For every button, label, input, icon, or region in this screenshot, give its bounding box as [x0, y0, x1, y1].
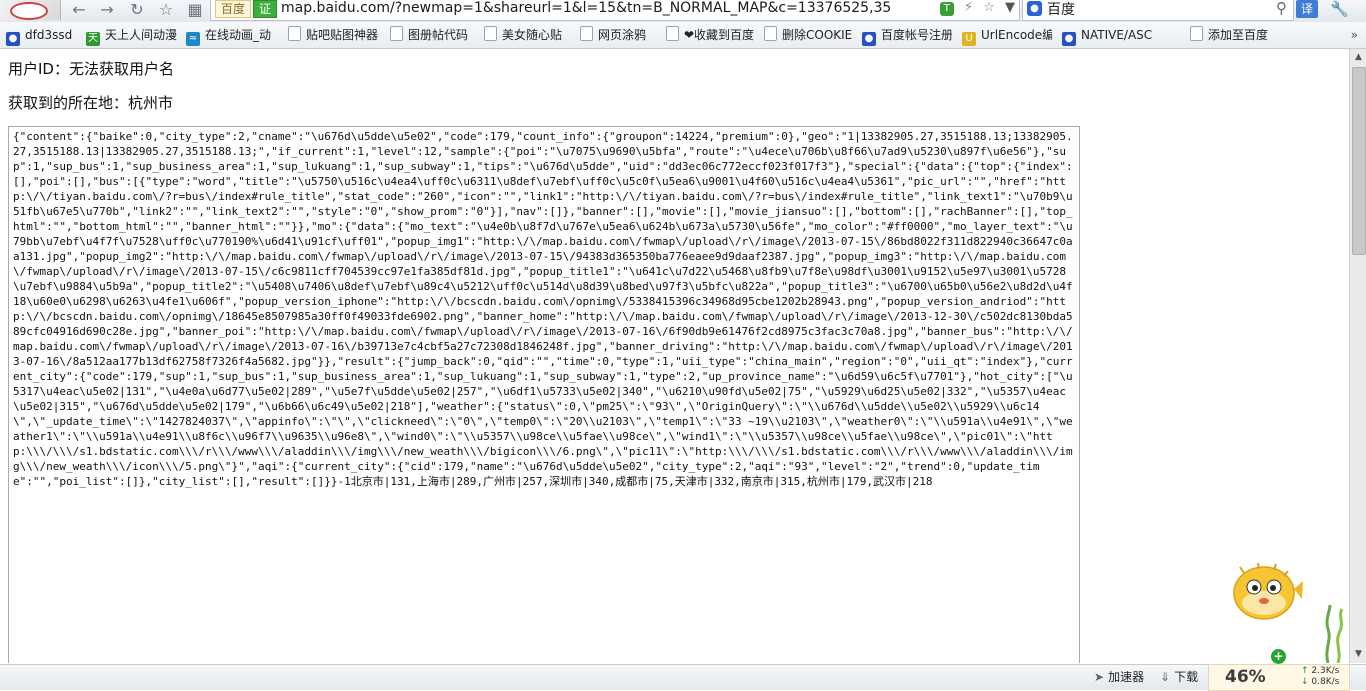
bookmark-item[interactable]: ● dfd3ssd — [6, 22, 82, 48]
download-icon: ⇓ — [1160, 670, 1171, 684]
paw-icon: ● — [1062, 32, 1076, 46]
bookmark-item[interactable]: 贴吧贴图神器 — [288, 22, 380, 48]
search-box[interactable]: ● ⚲ — [1022, 0, 1294, 21]
site-badge-label: 百度 — [215, 0, 252, 18]
bookmark-item[interactable]: ● 百度帐号注册 — [862, 22, 952, 48]
speed-percent: 46% — [1225, 667, 1266, 687]
bookmark-site-icon: U — [962, 32, 976, 46]
page-icon — [1190, 26, 1203, 41]
scroll-up-icon[interactable]: ▲ — [1350, 49, 1366, 66]
bookmark-label: 删除COOKIE — [782, 28, 853, 42]
translate-button[interactable]: 译 — [1296, 0, 1318, 18]
address-bar[interactable]: 百度证 map.baidu.com/?newmap=1&shareurl=1&l… — [210, 0, 1020, 21]
bookmark-item[interactable]: 删除COOKIE — [764, 22, 854, 48]
forward-icon[interactable]: → — [96, 0, 118, 20]
user-id-line: 用户ID：无法获取用户名 — [8, 60, 174, 78]
bookmark-label: 在线动画_动 — [205, 28, 272, 42]
tools-icon[interactable]: 🔧 — [1330, 0, 1349, 18]
dropdown-icon[interactable]: ▼ — [1005, 0, 1015, 15]
page-icon — [288, 26, 301, 41]
download-label: 下载 — [1174, 670, 1199, 684]
bookmark-label: 网页涂鸦 — [598, 28, 647, 42]
back-icon[interactable]: ← — [68, 0, 90, 20]
page-thumbnail[interactable] — [0, 0, 61, 20]
pufferfish-mascot-icon[interactable] — [1228, 559, 1304, 625]
rocket-icon: ➤ — [1094, 670, 1105, 684]
status-bar: ➤ 加速器 ⇓ 下载 — [0, 664, 1366, 690]
bookmark-label: UrlEncode编 — [981, 28, 1052, 42]
bookmark-label: 贴吧贴图神器 — [306, 28, 379, 42]
bookmark-site-icon: ≈ — [186, 32, 200, 46]
json-output-textarea[interactable]: {"content":{"baike":0,"city_type":2,"cna… — [8, 126, 1080, 663]
shield-icon[interactable]: T — [939, 2, 954, 16]
paw-icon: ● — [6, 32, 20, 46]
upload-arrow-icon: ↑ — [1301, 666, 1309, 676]
bookmark-item[interactable]: 天天上人间动漫 — [86, 22, 178, 48]
bookmark-item[interactable]: 图册帖代码 — [390, 22, 474, 48]
page-icon — [764, 26, 777, 41]
page-icon — [390, 26, 403, 41]
bookmark-label: 图册帖代码 — [408, 28, 469, 42]
vertical-scrollbar[interactable]: ▲ ▼ — [1349, 49, 1366, 663]
scroll-thumb[interactable] — [1352, 67, 1366, 255]
bookmarks-bar: ● dfd3ssd 天天上人间动漫 ≈ 在线动画_动 贴吧贴图神器 图册帖代码 美女… — [0, 22, 1366, 49]
search-input[interactable] — [1047, 0, 1267, 17]
bookmark-item[interactable]: ❤收藏到百度 — [666, 22, 754, 48]
page-content: 用户ID：无法获取用户名 获取到的所在地：杭州市 {"content":{"ba… — [0, 49, 1348, 663]
seaweed-icon — [1325, 605, 1344, 663]
star-icon[interactable]: ☆ — [983, 0, 995, 15]
bookmark-item[interactable]: U UrlEncode编 — [962, 22, 1052, 48]
location-line: 获取到的所在地：杭州市 — [8, 94, 174, 112]
url-text[interactable]: map.baidu.com/?newmap=1&shareurl=1&l=15&… — [281, 0, 921, 18]
scroll-down-icon[interactable]: ▼ — [1350, 646, 1366, 663]
accelerator-label: 加速器 — [1108, 670, 1145, 684]
json-output-text: {"content":{"baike":0,"city_type":2,"cna… — [13, 130, 1073, 488]
bookmark-label: 添加至百度 — [1208, 28, 1269, 42]
browser-toolbar: ← → ↻ ☆ ▦ 百度证 map.baidu.com/?newmap=1&sh… — [0, 0, 1366, 23]
download-button[interactable]: ⇓ 下载 — [1160, 665, 1198, 690]
bookmark-label: NATIVE/ASC — [1081, 28, 1153, 42]
download-speed: ↓ 0.8K/s — [1301, 677, 1339, 688]
download-arrow-icon: ↓ — [1301, 677, 1309, 687]
page-icon — [580, 26, 593, 41]
bookmark-label: ❤收藏到百度 — [684, 28, 754, 42]
speed-widget[interactable]: + 46% ↑ 2.3K/s ↓ 0.8K/s — [1208, 649, 1350, 691]
site-identity-badge[interactable]: 百度证 — [215, 0, 278, 18]
bookmark-item[interactable]: ● NATIVE/ASC — [1062, 22, 1178, 48]
page-icon — [666, 26, 679, 41]
lightning-icon[interactable]: ⚡ — [964, 0, 973, 15]
apps-icon[interactable]: ▦ — [184, 0, 206, 20]
verified-badge: 证 — [253, 0, 278, 18]
accelerator-button[interactable]: ➤ 加速器 — [1094, 665, 1144, 690]
upload-speed-value: 2.3K/s — [1311, 666, 1340, 676]
bookmark-item[interactable]: 添加至百度 — [1190, 22, 1282, 48]
bookmark-site-icon: 天 — [86, 32, 100, 46]
bookmark-item[interactable]: 网页涂鸦 — [580, 22, 656, 48]
bookmark-label: dfd3ssd — [25, 28, 73, 42]
search-icon[interactable]: ⚲ — [1276, 0, 1287, 17]
refresh-icon[interactable]: ↻ — [126, 0, 148, 20]
download-speed-value: 0.8K/s — [1311, 677, 1340, 687]
bookmark-item[interactable]: ≈ 在线动画_动 — [186, 22, 278, 48]
favorite-icon[interactable]: ☆ — [155, 0, 177, 20]
bookmarks-overflow-button[interactable]: » — [1351, 22, 1358, 48]
bookmark-label: 百度帐号注册 — [881, 28, 952, 42]
paw-icon: ● — [862, 32, 876, 46]
bookmark-item[interactable]: 美女随心贴 — [484, 22, 568, 48]
bookmark-label: 美女随心贴 — [502, 28, 563, 42]
upload-speed: ↑ 2.3K/s — [1301, 666, 1339, 677]
page-icon — [484, 26, 497, 41]
paw-icon[interactable]: ● — [1027, 1, 1042, 16]
plus-icon[interactable]: + — [1271, 649, 1286, 664]
bookmark-label: 天上人间动漫 — [105, 28, 178, 42]
